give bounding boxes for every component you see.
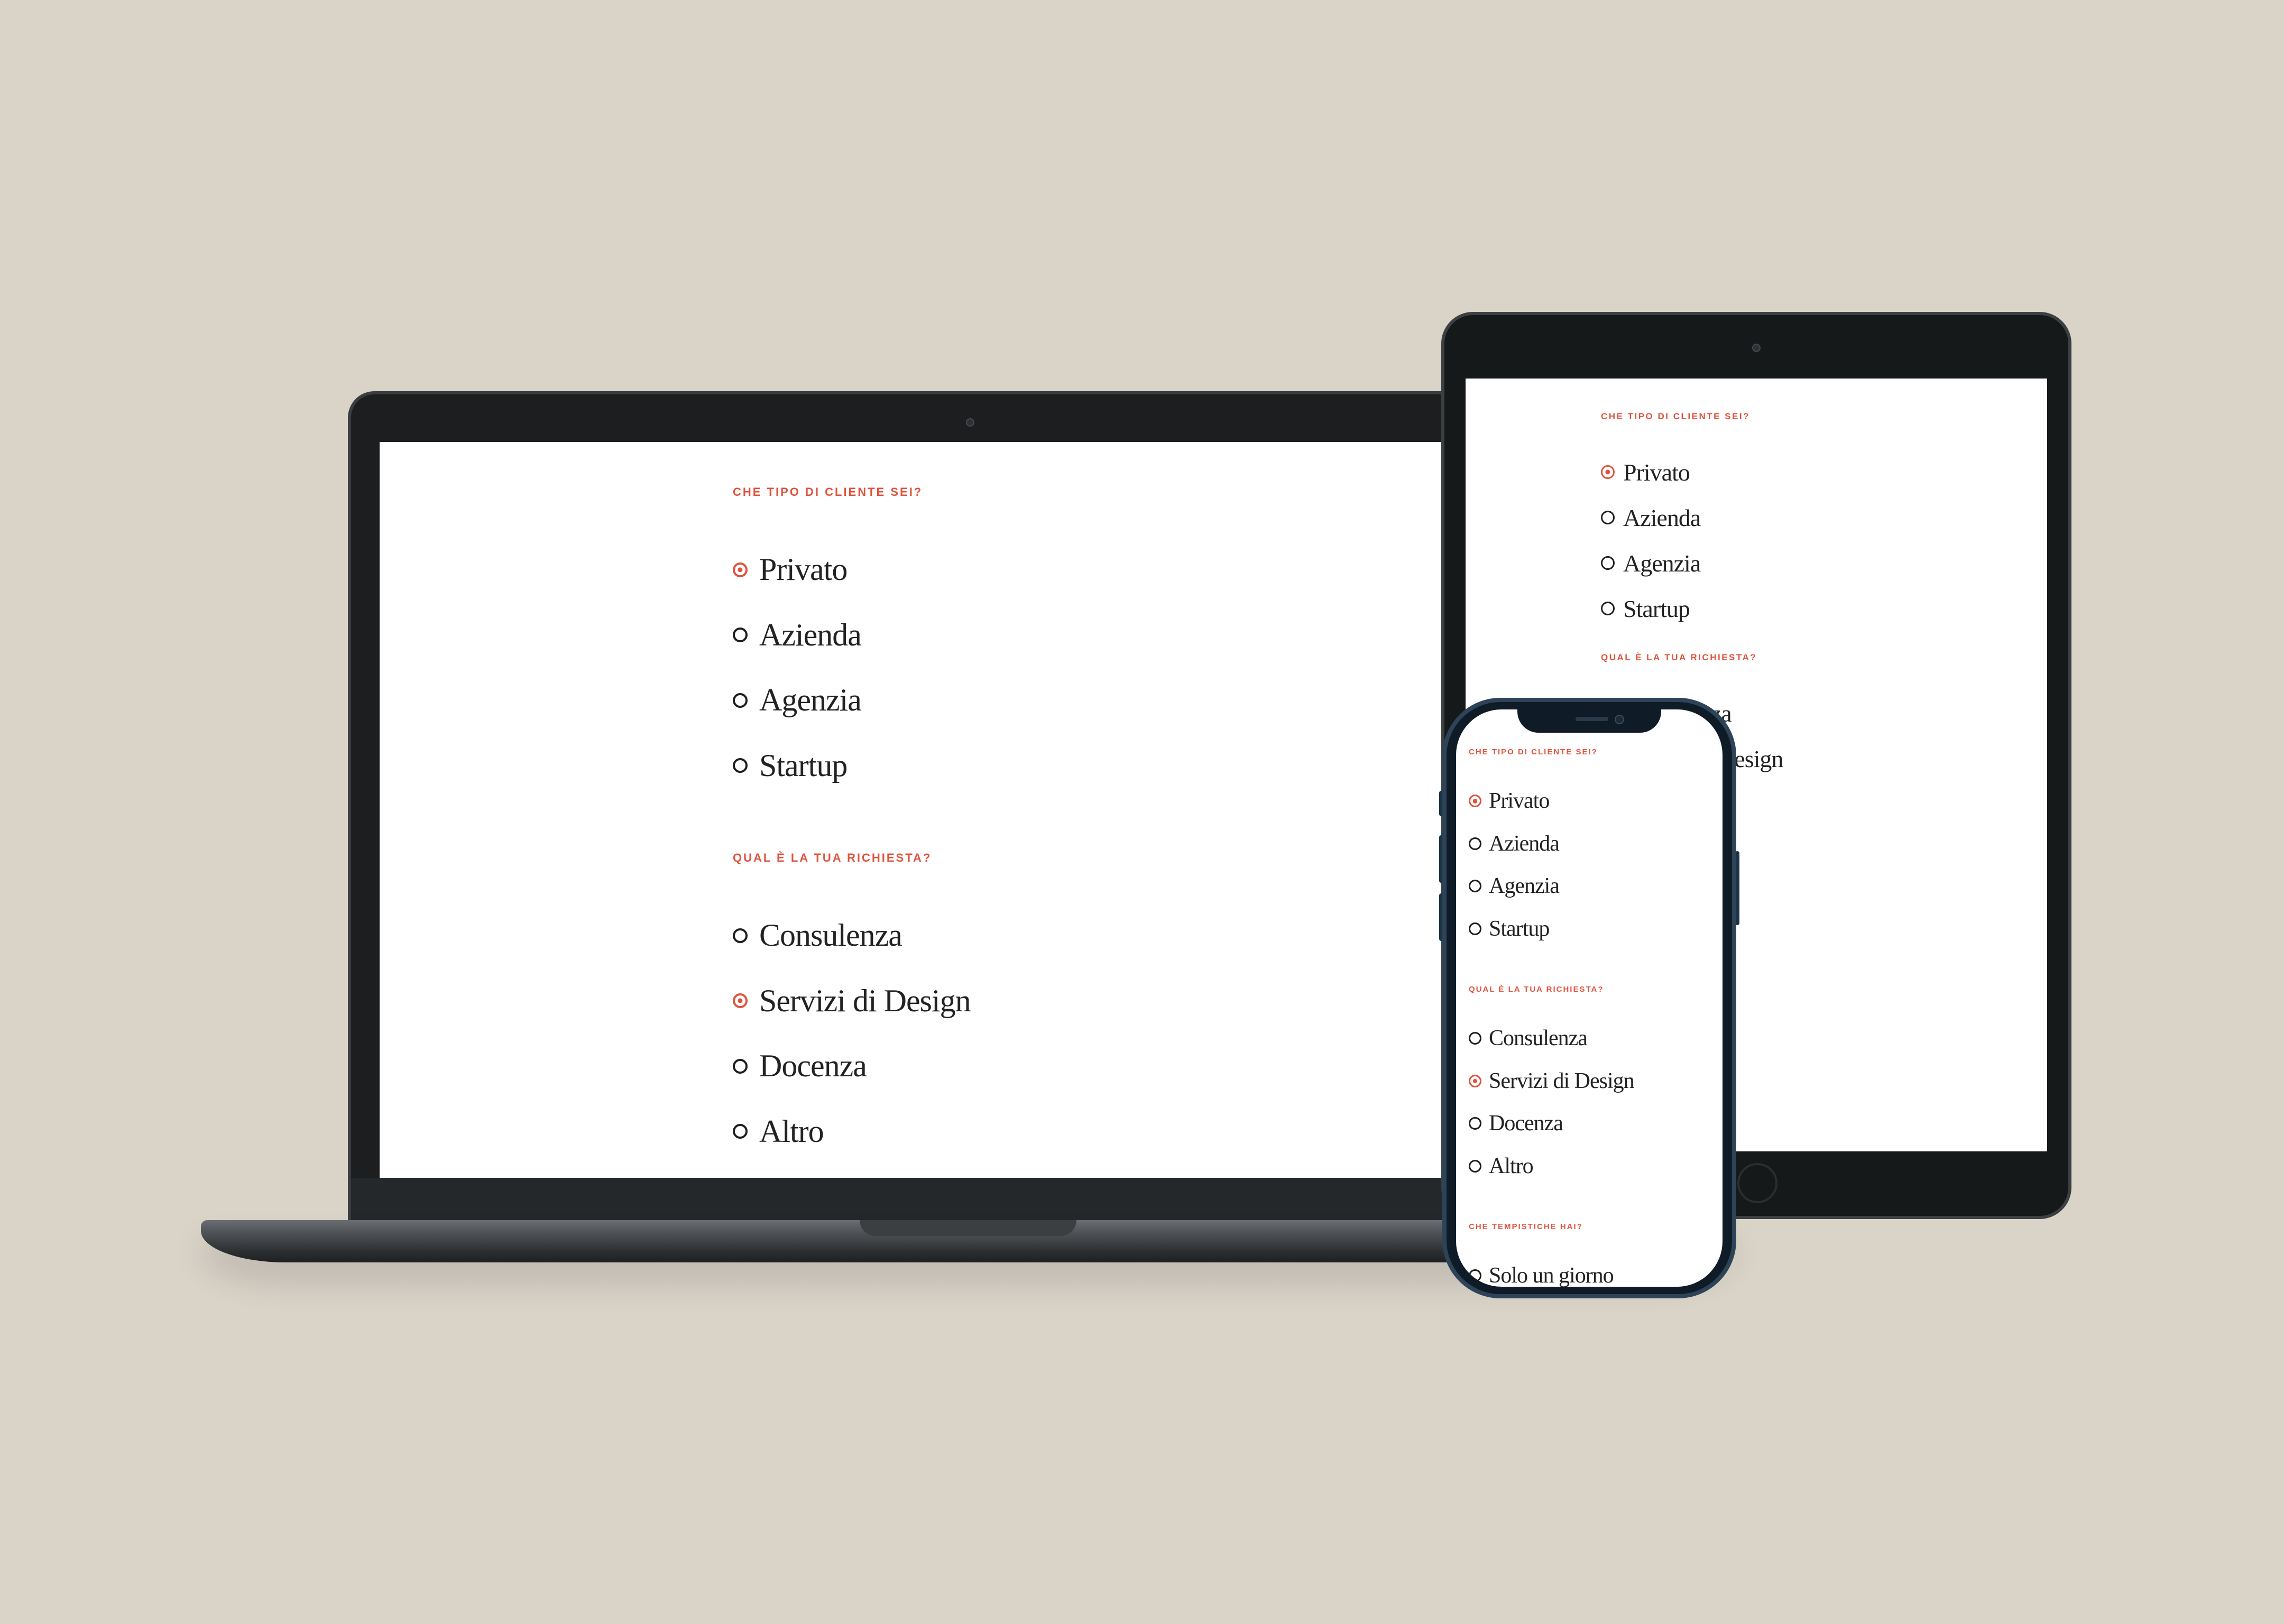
option-agenzia[interactable]: Agenzia [1469, 865, 1634, 908]
option-label: Servizi di Design [759, 983, 971, 1018]
laptop-chin [351, 1178, 1586, 1220]
option-label: Azienda [1489, 831, 1560, 856]
radio-selected-icon[interactable] [1469, 795, 1481, 808]
tablet-home-button[interactable] [1737, 1163, 1778, 1203]
option-solo-un-giorno[interactable]: Solo un giorno [1469, 1254, 1634, 1287]
question-client-type: CHE TIPO DI CLIENTE SEI? Privato Azienda… [733, 485, 971, 798]
radio-icon[interactable] [1601, 511, 1615, 524]
option-label: Consulenza [1489, 1026, 1588, 1051]
radio-selected-icon[interactable] [733, 993, 748, 1009]
radio-icon[interactable] [1601, 602, 1615, 615]
tablet-camera-icon [1752, 344, 1761, 352]
option-azienda[interactable]: Azienda [1469, 823, 1634, 865]
question-label: QUAL È LA TUA RICHIESTA? [1601, 652, 1757, 662]
radio-icon[interactable] [1601, 556, 1615, 570]
option-docenza[interactable]: Docenza [733, 1034, 971, 1099]
option-label: Agenzia [1623, 549, 1701, 577]
radio-icon[interactable] [1469, 1032, 1481, 1045]
option-label: Solo un giorno [1489, 1263, 1614, 1287]
laptop-screen: CHE TIPO DI CLIENTE SEI? Privato Azienda… [380, 442, 1558, 1178]
phone-screen: CHE TIPO DI CLIENTE SEI? Privato Azienda… [1456, 709, 1723, 1287]
radio-icon[interactable] [733, 928, 748, 943]
radio-icon[interactable] [1469, 837, 1481, 850]
radio-icon[interactable] [733, 1124, 748, 1139]
option-agenzia[interactable]: Agenzia [1601, 540, 1783, 586]
option-label: Agenzia [1489, 874, 1560, 899]
question-label: QUAL È LA TUA RICHIESTA? [1469, 985, 1604, 994]
laptop-camera-icon [966, 418, 974, 427]
option-label: Servizi di Design [1489, 1068, 1635, 1093]
option-label: Startup [759, 748, 848, 783]
option-startup[interactable]: Startup [1469, 908, 1634, 951]
option-privato[interactable]: Privato [733, 537, 971, 603]
phone-camera-icon [1615, 715, 1624, 724]
laptop-trackpad-notch [860, 1220, 1076, 1236]
option-privato[interactable]: Privato [1469, 780, 1634, 823]
option-label: Docenza [1489, 1111, 1563, 1136]
option-label: Privato [1489, 789, 1550, 814]
phone-form: CHE TIPO DI CLIENTE SEI? Privato Azienda… [1469, 748, 1635, 1287]
question-label: CHE TEMPISTICHE HAI? [1469, 1222, 1583, 1231]
option-label: Altro [759, 1113, 824, 1149]
option-docenza[interactable]: Docenza [1469, 1102, 1634, 1145]
option-label: Startup [1623, 595, 1690, 622]
option-label: Agenzia [759, 682, 862, 718]
radio-selected-icon[interactable] [733, 562, 748, 577]
radio-icon[interactable] [1469, 880, 1481, 893]
radio-selected-icon[interactable] [1469, 1074, 1481, 1087]
option-consulenza[interactable]: Consulenza [1469, 1017, 1634, 1060]
option-label: Consulenza [759, 918, 902, 953]
question-label: CHE TIPO DI CLIENTE SEI? [1469, 748, 1598, 756]
radio-selected-icon[interactable] [1601, 465, 1615, 479]
option-altro[interactable]: Altro [733, 1099, 971, 1165]
option-servizi-di-design[interactable]: Servizi di Design [1469, 1060, 1635, 1103]
option-azienda[interactable]: Azienda [733, 603, 971, 668]
question-label: CHE TIPO DI CLIENTE SEI? [733, 485, 923, 499]
question-request: QUAL È LA TUA RICHIESTA? Consulenza Serv… [733, 851, 971, 1164]
radio-icon[interactable] [733, 628, 748, 643]
option-altro[interactable]: Altro [1469, 1145, 1634, 1188]
laptop-form: CHE TIPO DI CLIENTE SEI? Privato Azienda… [733, 485, 971, 1164]
radio-icon[interactable] [733, 758, 748, 773]
question-request: QUAL È LA TUA RICHIESTA? Consulenza Serv… [1469, 985, 1635, 1188]
option-startup[interactable]: Startup [1601, 586, 1783, 631]
option-privato[interactable]: Privato [1601, 449, 1783, 495]
question-label: CHE TIPO DI CLIENTE SEI? [1601, 411, 1750, 421]
option-agenzia[interactable]: Agenzia [733, 668, 971, 733]
radio-icon[interactable] [1469, 922, 1481, 935]
option-label: Altro [1489, 1154, 1534, 1178]
radio-icon[interactable] [1469, 1117, 1481, 1130]
question-label: QUAL È LA TUA RICHIESTA? [733, 851, 932, 864]
phone-speaker [1576, 717, 1608, 721]
option-startup[interactable]: Startup [733, 733, 971, 799]
option-label: Startup [1489, 916, 1550, 941]
radio-icon[interactable] [733, 693, 748, 708]
question-timing: CHE TEMPISTICHE HAI? Solo un giorno [1469, 1222, 1634, 1287]
radio-icon[interactable] [733, 1058, 748, 1074]
option-label: Privato [1623, 458, 1690, 486]
radio-icon[interactable] [1469, 1269, 1481, 1282]
option-label: Azienda [1623, 504, 1701, 531]
option-label: Azienda [759, 617, 862, 652]
option-label: Docenza [759, 1048, 867, 1084]
option-servizi-di-design[interactable]: Servizi di Design [733, 968, 971, 1034]
question-client-type: CHE TIPO DI CLIENTE SEI? Privato Azienda… [1601, 411, 1783, 631]
radio-icon[interactable] [1469, 1159, 1481, 1173]
option-label: Privato [759, 552, 848, 587]
option-azienda[interactable]: Azienda [1601, 495, 1783, 540]
option-consulenza[interactable]: Consulenza [733, 903, 971, 968]
question-client-type: CHE TIPO DI CLIENTE SEI? Privato Azienda… [1469, 748, 1634, 950]
